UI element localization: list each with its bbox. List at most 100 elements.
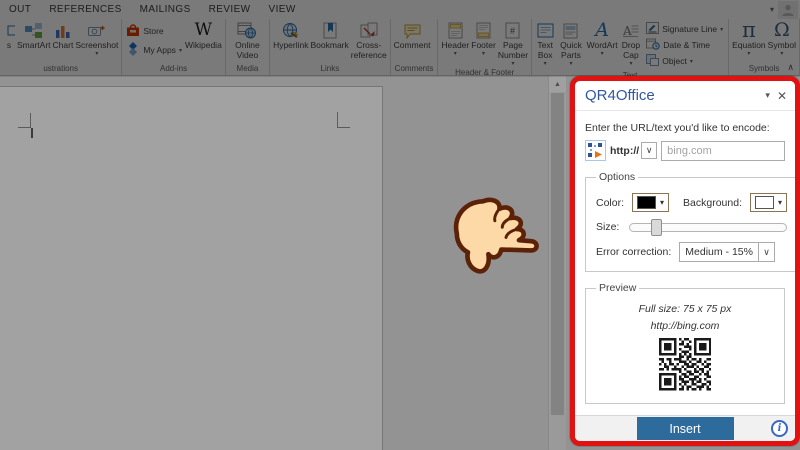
size-slider-handle[interactable] <box>650 218 662 236</box>
ribbon-item-screenshot[interactable]: Screenshot ▾ <box>74 20 119 63</box>
object-icon <box>646 54 660 68</box>
ribbon-item-label: Header <box>441 40 470 50</box>
ribbon-item-date-time[interactable]: Date & Time <box>646 38 723 52</box>
panel-menu-caret-icon[interactable]: ▾ <box>765 90 770 101</box>
ribbon-item-drop-cap[interactable]: A Drop Cap ▾ <box>619 20 644 70</box>
dropdown-arrow-icon: ▾ <box>720 26 724 33</box>
error-correction-select[interactable]: Medium - 15% ∨ <box>679 242 775 262</box>
size-label: Size: <box>596 221 620 233</box>
options-group: Options Color: ▾ Background: ▾ Size: Err… <box>585 171 795 272</box>
chart-icon <box>55 21 71 40</box>
panel-close-icon[interactable]: ✕ <box>777 89 787 103</box>
tab-references[interactable]: REFERENCES <box>40 4 130 15</box>
ribbon-item-online-video[interactable]: Online Video <box>228 20 267 63</box>
dropdown-arrow-icon: ▾ <box>453 50 457 57</box>
ribbon-item-header[interactable]: Header ▾ <box>440 20 470 67</box>
color-picker-button[interactable]: ▾ <box>632 193 670 212</box>
ribbon-item-label: SmartArt <box>17 40 51 50</box>
ribbon-group-text: Text Box ▾ Quick Parts ▾ A WordArt ▾ A Drop Cap ▾… <box>532 19 730 80</box>
ribbon: OUT REFERENCES MAILINGS REVIEW VIEW ▾ s Smart… <box>0 0 800 80</box>
cross-reference-icon <box>360 21 378 40</box>
scrollbar-thumb[interactable] <box>551 93 564 415</box>
ribbon-item-equation[interactable]: π Equation ▾ <box>731 20 767 63</box>
ribbon-item-label: WordArt <box>586 40 618 50</box>
smartart-icon <box>24 21 43 40</box>
error-correction-dropdown-icon[interactable]: ∨ <box>757 243 774 261</box>
store-icon <box>126 23 140 39</box>
drop-cap-icon: A <box>622 21 639 40</box>
ribbon-group-media: Online Video Media <box>226 19 271 75</box>
ribbon-item-label: Wikipedia <box>184 40 222 50</box>
insert-button[interactable]: Insert <box>636 417 734 440</box>
ribbon-group-header-footer: Header ▾ Footer ▾ # Page Number ▾ Header & Foot… <box>438 19 533 77</box>
ribbon-item-label: Store <box>143 26 164 36</box>
avatar[interactable] <box>778 0 798 19</box>
protocol-dropdown-icon[interactable]: ∨ <box>641 142 658 159</box>
ribbon-item-object[interactable]: Object ▾ <box>646 54 723 68</box>
ribbon-item-label: Text Box <box>537 40 553 60</box>
ribbon-item-s[interactable]: s <box>2 20 16 63</box>
ribbon-item-wikipedia[interactable]: W Wikipedia <box>184 20 223 63</box>
person-icon <box>782 4 794 16</box>
error-correction-value: Medium - 15% <box>685 246 753 258</box>
ribbon-item-page-number[interactable]: # Page Number ▾ <box>497 20 529 67</box>
ribbon-item-label: Signature Line <box>662 24 718 34</box>
ribbon-item-quick-parts[interactable]: Quick Parts ▾ <box>556 20 585 70</box>
quick-parts-icon <box>562 21 579 40</box>
ribbon-item-chart[interactable]: Chart <box>52 20 75 63</box>
footer-icon <box>476 21 491 40</box>
ribbon-item-wordart[interactable]: A WordArt ▾ <box>586 20 619 70</box>
dropdown-arrow-icon: ▾ <box>482 50 486 57</box>
ribbon-item-label: Bookmark <box>310 40 349 50</box>
signature-line-icon <box>646 22 660 36</box>
online-video-icon <box>237 21 257 40</box>
info-icon[interactable]: i <box>771 420 788 437</box>
vertical-scrollbar[interactable]: ▲ <box>548 76 566 450</box>
ribbon-item-footer[interactable]: Footer ▾ <box>470 20 497 67</box>
preview-size-text: Full size: 75 x 75 px <box>638 303 732 315</box>
ribbon-item-label: Symbol <box>767 40 796 50</box>
dropdown-arrow-icon: ▾ <box>543 60 547 67</box>
wordart-icon: A <box>595 19 609 41</box>
document-page[interactable] <box>0 86 383 450</box>
tab-view[interactable]: VIEW <box>260 4 305 15</box>
color-label: Color: <box>596 196 625 209</box>
qr-generate-button[interactable] <box>585 140 606 161</box>
ribbon-item-signature-line[interactable]: Signature Line ▾ <box>646 22 723 36</box>
qr-code-preview <box>658 338 712 394</box>
size-slider[interactable] <box>629 218 788 236</box>
tab-review[interactable]: REVIEW <box>200 4 260 15</box>
url-input[interactable] <box>661 140 785 161</box>
shapes-icon <box>3 21 15 40</box>
color-swatch <box>637 196 657 209</box>
dropdown-arrow-icon: ▾ <box>629 60 633 67</box>
ribbon-group-label: Links <box>320 64 340 73</box>
ribbon-group-label: Add-ins <box>160 64 188 73</box>
ribbon-item-cross-reference[interactable]: Cross-reference <box>350 20 388 63</box>
ribbon-item-store[interactable]: Store <box>126 23 182 39</box>
ribbon-group-label: Media <box>236 64 259 73</box>
tab-out[interactable]: OUT <box>0 4 40 15</box>
background-label: Background: <box>683 196 742 209</box>
error-correction-label: Error correction: <box>596 246 672 258</box>
collapse-ribbon-icon[interactable]: ∧ <box>787 62 794 73</box>
protocol-select[interactable]: http:// ∨ <box>610 142 658 159</box>
ribbon-item-text-box[interactable]: Text Box ▾ <box>534 20 556 70</box>
ribbon-item-my-apps[interactable]: My Apps ▾ <box>126 42 182 58</box>
margin-mark-right <box>337 127 350 128</box>
qr-mini-icon <box>588 143 602 158</box>
chevron-down-icon[interactable]: ▾ <box>770 5 774 14</box>
scroll-up-icon[interactable]: ▲ <box>549 76 566 92</box>
wikipedia-icon: W <box>194 20 213 40</box>
background-picker-button[interactable]: ▾ <box>750 193 788 212</box>
ribbon-item-bookmark[interactable]: Bookmark <box>310 20 350 63</box>
ribbon-item-comment[interactable]: Comment <box>393 20 432 63</box>
dropdown-arrow-icon: ▾ <box>511 60 515 67</box>
ribbon-item-smartart[interactable]: SmartArt <box>16 20 52 63</box>
ribbon-item-label: Hyperlink <box>273 40 309 50</box>
tab-mailings[interactable]: MAILINGS <box>131 4 200 15</box>
ribbon-item-symbol[interactable]: Ω Symbol ▾ <box>767 20 797 63</box>
svg-text:A: A <box>622 24 632 38</box>
dropdown-arrow-icon: ▾ <box>600 50 604 57</box>
ribbon-item-hyperlink[interactable]: Hyperlink <box>272 20 309 63</box>
